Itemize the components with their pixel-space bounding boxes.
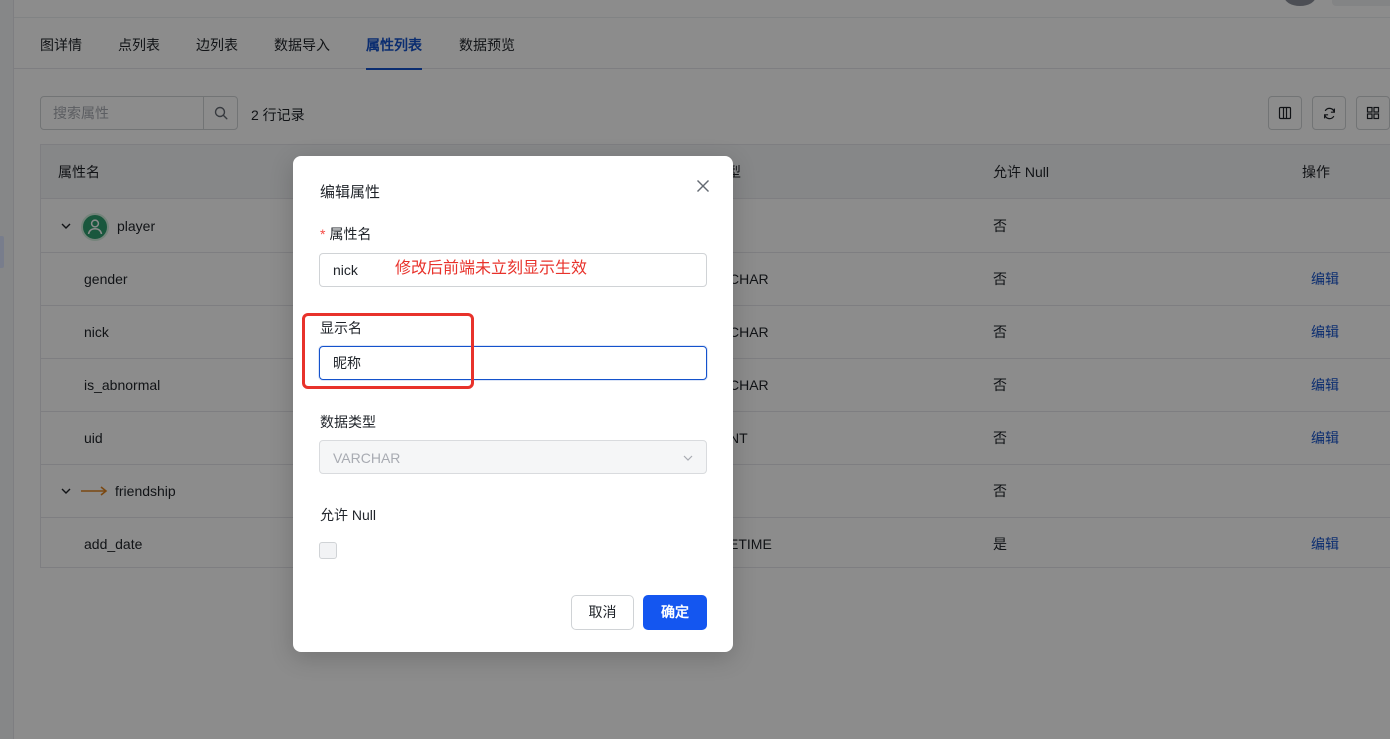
annotation-text: 修改后前端未立刻显示生效 [395, 260, 588, 277]
data-type-value: VARCHAR [333, 450, 401, 466]
edit-property-dialog: 编辑属性 *属性名 显示名 数据类型 VARCHAR 允许 Null 取消 确定 [293, 156, 733, 652]
required-mark: * [320, 226, 326, 242]
annotation-highlight-box [302, 313, 474, 389]
data-type-select[interactable]: VARCHAR [319, 440, 707, 474]
confirm-button[interactable]: 确定 [643, 595, 707, 630]
chevron-down-icon [683, 455, 693, 461]
cancel-button[interactable]: 取消 [571, 595, 634, 630]
property-name-label-text: 属性名 [329, 226, 372, 242]
property-name-label: * 属性名 [320, 224, 371, 244]
data-type-label: 数据类型 [320, 414, 376, 430]
close-icon[interactable] [694, 177, 712, 195]
dialog-title: 编辑属性 [320, 184, 381, 201]
nullable-label: 允许 Null [320, 507, 377, 523]
nullable-checkbox[interactable] [319, 542, 337, 559]
